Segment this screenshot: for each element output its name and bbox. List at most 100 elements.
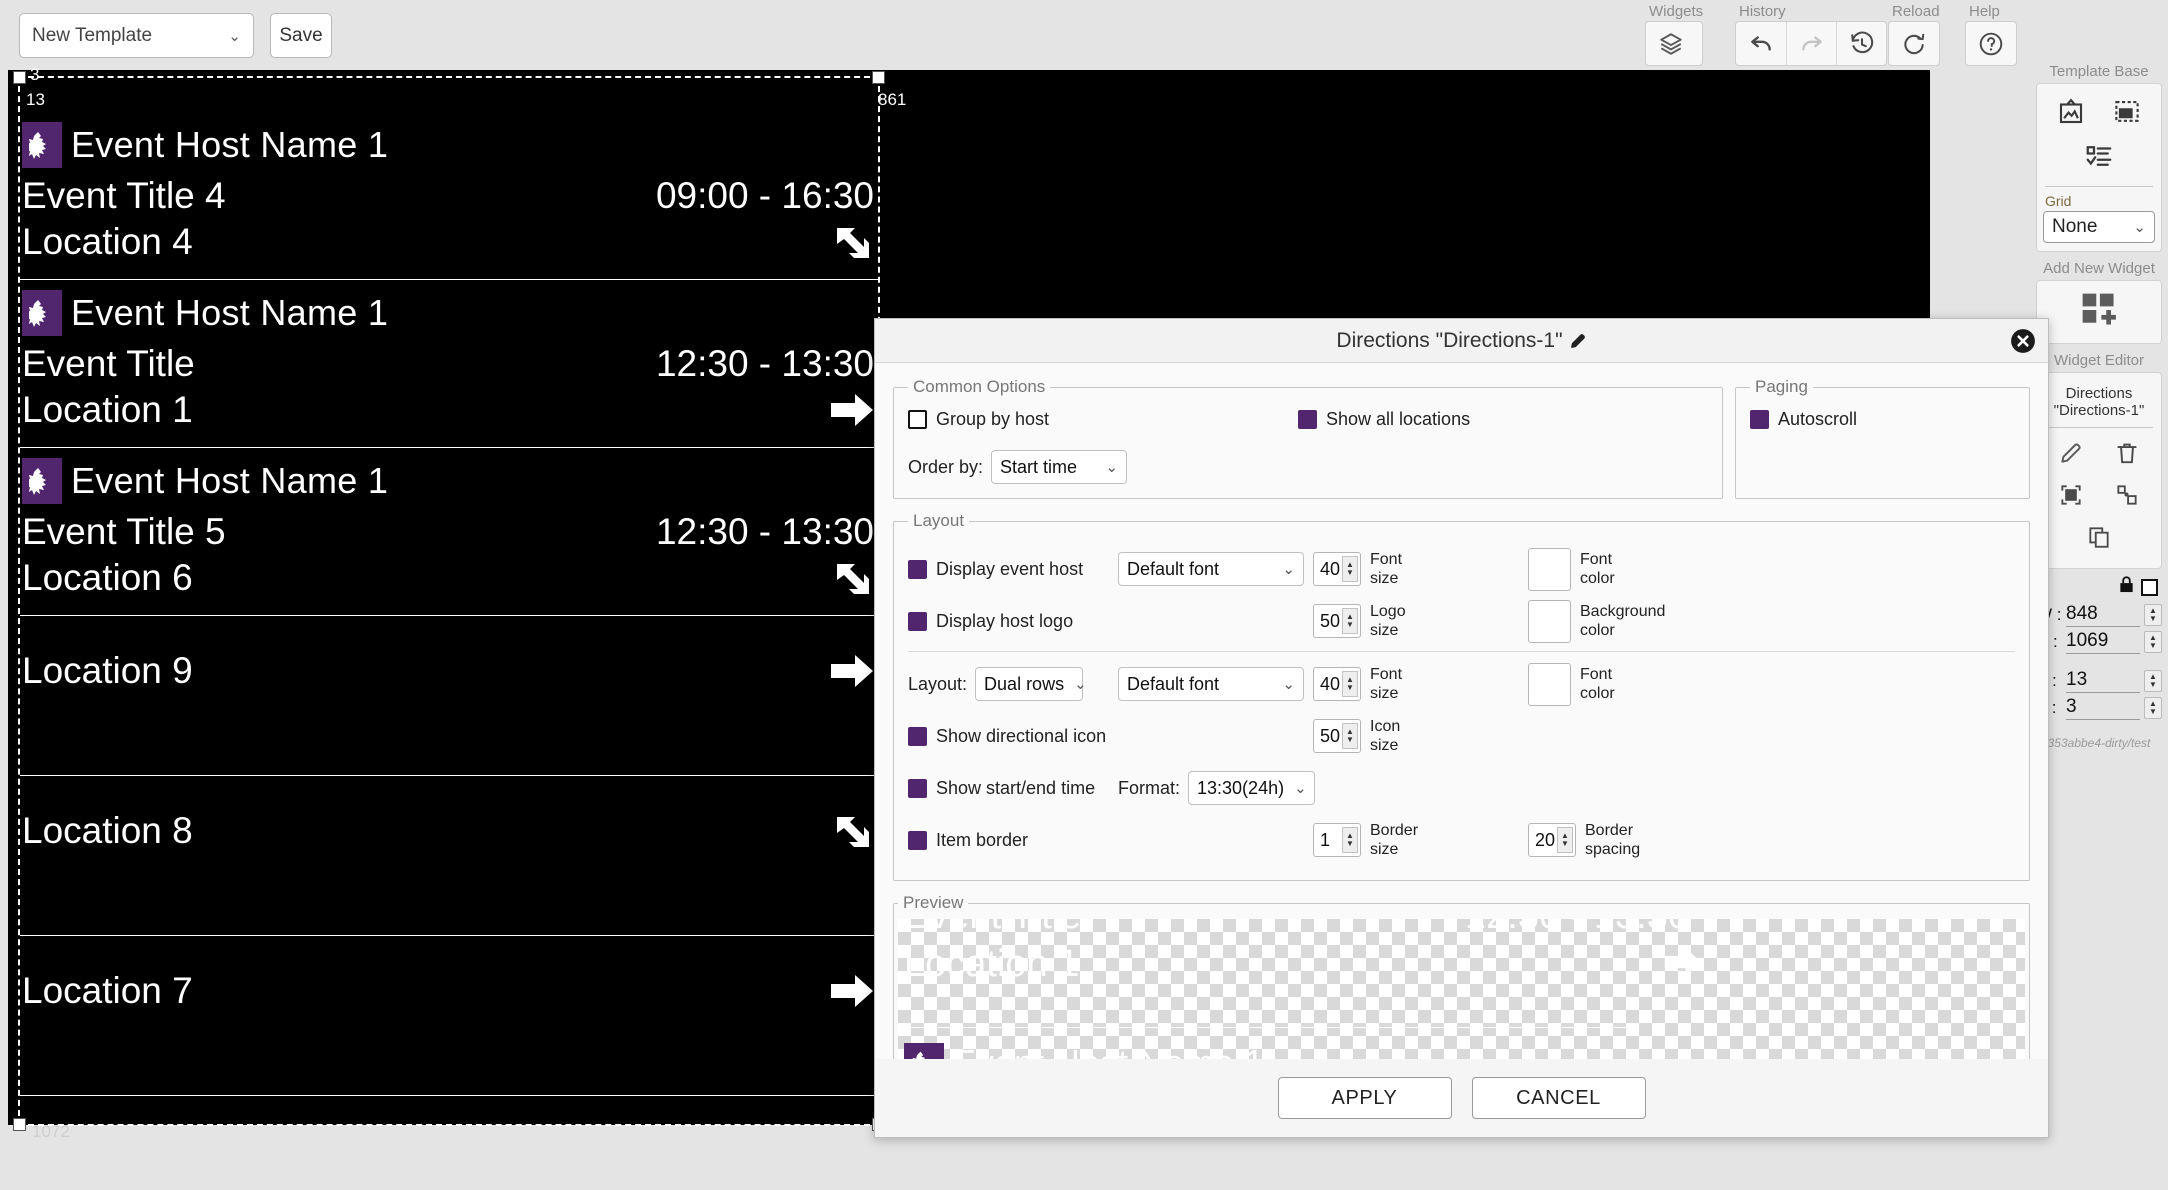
- duplicate-widget-button[interactable]: [2072, 518, 2126, 560]
- border-spacing-input[interactable]: 20 ▲ ▼: [1528, 823, 1576, 857]
- pencil-edit-icon[interactable]: [1569, 332, 1587, 350]
- bring-to-front-button[interactable]: [2044, 476, 2098, 518]
- show-directional-icon-checkbox[interactable]: [908, 726, 927, 746]
- group-by-host-row[interactable]: Group by host: [908, 409, 1298, 430]
- history-button[interactable]: [1836, 22, 1886, 65]
- host-font-select[interactable]: Default font ⌄: [1118, 552, 1304, 586]
- widget-editor-title: Directions "Directions-1": [2053, 385, 2145, 419]
- display-host-logo-checkbox[interactable]: [908, 611, 927, 631]
- width-field[interactable]: W : 848 ▲▼: [2036, 603, 2162, 627]
- border-spacing-stepper[interactable]: ▲ ▼: [1557, 827, 1573, 853]
- event-host-name: Event Host Name 1: [71, 292, 389, 333]
- cancel-button[interactable]: CANCEL: [1471, 1077, 1646, 1119]
- body-font-size-stepper[interactable]: ▲ ▼: [1342, 671, 1358, 697]
- trash-delete-icon: [2114, 440, 2140, 471]
- delete-widget-button[interactable]: [2100, 434, 2154, 476]
- display-host-logo-toggle[interactable]: Display host logo: [908, 611, 1118, 632]
- bring-front-icon: [2058, 482, 2084, 513]
- dialog-footer: APPLY CANCEL: [875, 1059, 2048, 1137]
- x-field[interactable]: X : 13 ▲▼: [2036, 669, 2162, 693]
- border-size-label: Border size: [1370, 822, 1419, 858]
- event-title-row: Event Title 5 12:30 - 13:30: [20, 506, 878, 555]
- resize-handle-tr[interactable]: [872, 71, 885, 84]
- show-directional-icon-row: Show directional icon 50 ▲ ▼ Icon size: [908, 710, 2015, 762]
- apply-button[interactable]: APPLY: [1277, 1077, 1452, 1119]
- background-color-swatch[interactable]: [1528, 599, 1571, 643]
- logo-size-input[interactable]: 50 ▲ ▼: [1313, 604, 1361, 638]
- undo-button[interactable]: [1736, 22, 1786, 65]
- event-title: Event Title: [22, 343, 195, 384]
- y-field[interactable]: Y : 3 ▲▼: [2036, 696, 2162, 720]
- template-select[interactable]: New Template ⌄: [19, 13, 254, 58]
- width-stepper[interactable]: ▲ ▼: [2144, 604, 2162, 626]
- host-font-value: Default font: [1127, 558, 1220, 579]
- autoscroll-row[interactable]: Autoscroll: [1750, 409, 2015, 430]
- event-location: Location 4: [22, 221, 193, 262]
- icon-size-input[interactable]: 50 ▲ ▼: [1313, 719, 1361, 753]
- item-border-toggle[interactable]: Item border: [908, 830, 1118, 851]
- event-location: Location 7: [22, 970, 193, 1011]
- border-size-stepper[interactable]: ▲ ▼: [1342, 827, 1358, 853]
- height-field[interactable]: H : 1069 ▲▼: [2036, 630, 2162, 654]
- show-all-locations-checkbox[interactable]: [1298, 410, 1317, 429]
- reload-button[interactable]: [1889, 22, 1939, 65]
- directions-settings-dialog: Directions "Directions-1" Common Options…: [874, 318, 2049, 1138]
- lock-aspect-checkbox[interactable]: [2141, 578, 2158, 596]
- image-dashed-button[interactable]: [2102, 92, 2152, 136]
- body-font-size-input[interactable]: 40 ▲ ▼: [1313, 667, 1361, 701]
- host-font-color-swatch[interactable]: [1528, 547, 1571, 591]
- display-event-host-toggle[interactable]: Display event host: [908, 559, 1118, 580]
- widgets-button[interactable]: [1646, 22, 1696, 65]
- x-stepper[interactable]: ▲ ▼: [2144, 670, 2162, 692]
- show-start-end-time-toggle[interactable]: Show start/end time: [908, 778, 1118, 799]
- add-new-widget-label: Add New Widget: [2043, 260, 2155, 277]
- group-by-host-checkbox[interactable]: [908, 410, 927, 429]
- checklist-button[interactable]: [2074, 136, 2124, 180]
- chevron-down-icon: ⌄: [1294, 780, 1307, 797]
- list-item: Location 8: [20, 776, 878, 936]
- display-event-host-checkbox[interactable]: [908, 559, 927, 579]
- image-frame-button[interactable]: [2046, 92, 2096, 136]
- border-size-input[interactable]: 1 ▲ ▼: [1313, 823, 1361, 857]
- body-font-select[interactable]: Default font ⌄: [1118, 667, 1304, 701]
- event-location-row: Location 6: [20, 555, 878, 615]
- add-widget-grid-icon: [2077, 290, 2121, 335]
- edit-widget-button[interactable]: [2044, 434, 2098, 476]
- logo-size-stepper[interactable]: ▲ ▼: [1342, 608, 1358, 634]
- save-button-label: Save: [279, 24, 323, 46]
- host-font-size-input[interactable]: 40 ▲ ▼: [1313, 552, 1361, 586]
- add-new-widget-button[interactable]: [2036, 280, 2162, 344]
- logo-size-label: Logo size: [1370, 603, 1406, 639]
- layout-mode-select[interactable]: Dual rows ⌄: [975, 667, 1087, 701]
- list-item: Event Host Name 1 Event Title 4 09:00 - …: [20, 112, 878, 280]
- ruler-right-value: 861: [878, 90, 907, 109]
- send-to-back-button[interactable]: [2100, 476, 2154, 518]
- host-font-size-stepper[interactable]: ▲ ▼: [1342, 556, 1358, 582]
- save-button[interactable]: Save: [270, 13, 332, 58]
- redo-button[interactable]: [1786, 22, 1836, 65]
- show-all-locations-row[interactable]: Show all locations: [1298, 409, 1470, 430]
- icon-size-stepper[interactable]: ▲ ▼: [1342, 723, 1358, 749]
- order-by-select[interactable]: Start time ⌄: [991, 450, 1128, 484]
- time-format-select[interactable]: 13:30(24h) ⌄: [1188, 771, 1316, 805]
- help-button[interactable]: [1966, 22, 2016, 65]
- resize-handle-tl[interactable]: [13, 71, 26, 84]
- body-font-size-label: Font size: [1370, 666, 1403, 702]
- show-directional-icon-toggle[interactable]: Show directional icon: [908, 726, 1118, 747]
- dialog-body: Common Options Group by host Show all lo…: [875, 363, 2048, 1079]
- y-stepper[interactable]: ▲ ▼: [2144, 697, 2162, 719]
- host-logo-icon: [22, 122, 62, 168]
- grid-select[interactable]: None ⌄: [2043, 211, 2155, 243]
- lock-icon[interactable]: [2118, 575, 2135, 599]
- autoscroll-checkbox[interactable]: [1750, 410, 1769, 429]
- show-start-end-time-checkbox[interactable]: [908, 778, 927, 798]
- arrow-down-right-icon: [826, 556, 878, 600]
- item-border-checkbox[interactable]: [908, 830, 927, 850]
- host-font-color-label: Font color: [1580, 551, 1615, 587]
- close-icon[interactable]: [2010, 328, 2036, 354]
- paging-legend: Paging: [1755, 377, 1808, 396]
- border-spacing-field: 20 ▲ ▼ Border spacing: [1528, 821, 1640, 859]
- height-stepper[interactable]: ▲ ▼: [2144, 631, 2162, 653]
- body-font-color-swatch[interactable]: [1528, 662, 1571, 706]
- arrow-down-right-icon: [826, 220, 878, 264]
